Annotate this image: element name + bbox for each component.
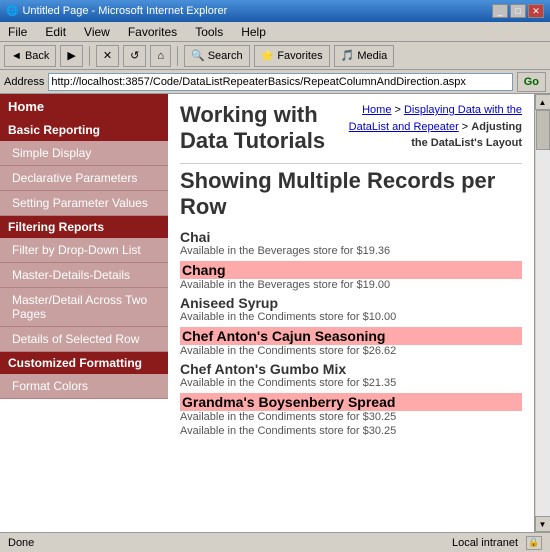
zone-text: Local intranet — [452, 537, 518, 549]
title-bar-left: 🌐 Untitled Page - Microsoft Internet Exp… — [6, 5, 227, 17]
search-button[interactable]: 🔍 Search — [184, 45, 250, 67]
nav-section-customized-formatting: Customized Formatting — [0, 352, 168, 374]
product-name-4: Chef Anton's Gumbo Mix — [180, 361, 522, 377]
security-icon: 🔒 — [526, 536, 542, 550]
nav-item-master-detail-pages[interactable]: Master/Detail Across Two Pages — [0, 288, 168, 327]
breadcrumb: Home > Displaying Data with the DataList… — [337, 102, 522, 152]
product-name-0: Chai — [180, 229, 522, 245]
address-label: Address — [4, 76, 44, 88]
product-item-3: Chef Anton's Cajun Seasoning Available i… — [180, 327, 522, 357]
product-item-2: Aniseed Syrup Available in the Condiment… — [180, 295, 522, 323]
menu-file[interactable]: File — [4, 25, 31, 39]
scrollbar: ▲ ▼ — [534, 94, 550, 532]
stop-button[interactable]: ✕ — [96, 45, 119, 67]
window-title: Untitled Page - Microsoft Internet Explo… — [22, 5, 227, 17]
home-button[interactable]: ⌂ — [150, 45, 171, 67]
status-bar: Done Local intranet 🔒 — [0, 532, 550, 552]
refresh-button[interactable]: ↺ — [123, 45, 146, 67]
address-bar: Address Go — [0, 70, 550, 94]
product-desc-6: Available in the Condiments store for $3… — [180, 425, 522, 437]
minimize-button[interactable]: _ — [492, 4, 508, 18]
breadcrumb-sep1: > — [395, 104, 404, 116]
media-button[interactable]: 🎵 Media — [334, 45, 395, 67]
back-button[interactable]: ◄ Back — [4, 45, 56, 67]
product-desc-2: Available in the Condiments store for $1… — [180, 311, 522, 323]
scroll-down-arrow[interactable]: ▼ — [535, 516, 550, 532]
nav-section-filtering-reports: Filtering Reports — [0, 216, 168, 238]
nav-section-basic-reporting: Basic Reporting — [0, 119, 168, 141]
menu-bar: File Edit View Favorites Tools Help — [0, 22, 550, 42]
product-name-2: Aniseed Syrup — [180, 295, 522, 311]
title-bar: 🌐 Untitled Page - Microsoft Internet Exp… — [0, 0, 550, 22]
maximize-button[interactable]: □ — [510, 4, 526, 18]
nav-sidebar: Home Basic Reporting Simple Display Decl… — [0, 94, 168, 532]
nav-item-filter-dropdown[interactable]: Filter by Drop-Down List — [0, 238, 168, 263]
breadcrumb-home[interactable]: Home — [362, 104, 391, 116]
menu-view[interactable]: View — [80, 25, 114, 39]
nav-item-setting-parameter-values[interactable]: Setting Parameter Values — [0, 191, 168, 216]
product-desc-1: Available in the Beverages store for $19… — [180, 279, 522, 291]
nav-item-master-details[interactable]: Master-Details-Details — [0, 263, 168, 288]
address-input[interactable] — [48, 73, 512, 91]
nav-home[interactable]: Home — [0, 94, 168, 119]
scroll-thumb[interactable] — [536, 110, 550, 150]
status-right: Local intranet 🔒 — [452, 536, 542, 550]
product-item-1: Chang Available in the Beverages store f… — [180, 261, 522, 291]
product-name-1: Chang — [180, 261, 522, 279]
product-item-0: Chai Available in the Beverages store fo… — [180, 229, 522, 257]
toolbar: ◄ Back ▶ ✕ ↺ ⌂ 🔍 Search ⭐ Favorites 🎵 Me… — [0, 42, 550, 70]
product-item-4: Chef Anton's Gumbo Mix Available in the … — [180, 361, 522, 389]
nav-item-simple-display[interactable]: Simple Display — [0, 141, 168, 166]
header-divider — [180, 163, 522, 164]
product-desc-0: Available in the Beverages store for $19… — [180, 245, 522, 257]
go-button[interactable]: Go — [517, 72, 546, 92]
page-inner: Home Basic Reporting Simple Display Decl… — [0, 94, 534, 532]
product-desc-3: Available in the Condiments store for $2… — [180, 345, 522, 357]
close-button[interactable]: ✕ — [528, 4, 544, 18]
toolbar-separator — [89, 46, 90, 66]
scroll-up-arrow[interactable]: ▲ — [535, 94, 550, 110]
toolbar-separator-2 — [177, 46, 178, 66]
main-content: Working with Data Tutorials Home > Displ… — [168, 94, 534, 532]
forward-button[interactable]: ▶ — [60, 45, 82, 67]
menu-favorites[interactable]: Favorites — [124, 25, 181, 39]
status-text: Done — [8, 537, 34, 549]
content-title: Showing Multiple Records per Row — [180, 168, 522, 221]
window-controls: _ □ ✕ — [492, 4, 544, 18]
breadcrumb-sep2: > — [462, 121, 471, 133]
product-desc-4: Available in the Condiments store for $2… — [180, 377, 522, 389]
favorites-button[interactable]: ⭐ Favorites — [254, 45, 330, 67]
product-desc-5: Available in the Condiments store for $3… — [180, 411, 522, 423]
site-title: Working with Data Tutorials — [180, 102, 337, 155]
nav-item-declarative-parameters[interactable]: Declarative Parameters — [0, 166, 168, 191]
menu-edit[interactable]: Edit — [41, 25, 70, 39]
page-area: Home Basic Reporting Simple Display Decl… — [0, 94, 534, 532]
product-name-3: Chef Anton's Cajun Seasoning — [180, 327, 522, 345]
product-name-5: Grandma's Boysenberry Spread — [180, 393, 522, 411]
nav-item-format-colors[interactable]: Format Colors — [0, 374, 168, 399]
nav-item-details-selected[interactable]: Details of Selected Row — [0, 327, 168, 352]
ie-icon: 🌐 — [6, 6, 18, 17]
menu-tools[interactable]: Tools — [191, 25, 227, 39]
browser-content: Home Basic Reporting Simple Display Decl… — [0, 94, 550, 532]
product-item-5: Grandma's Boysenberry Spread Available i… — [180, 393, 522, 423]
page-header: Working with Data Tutorials Home > Displ… — [180, 102, 522, 155]
scroll-track[interactable] — [536, 110, 550, 516]
product-item-6: Available in the Condiments store for $3… — [180, 425, 522, 437]
menu-help[interactable]: Help — [237, 25, 270, 39]
